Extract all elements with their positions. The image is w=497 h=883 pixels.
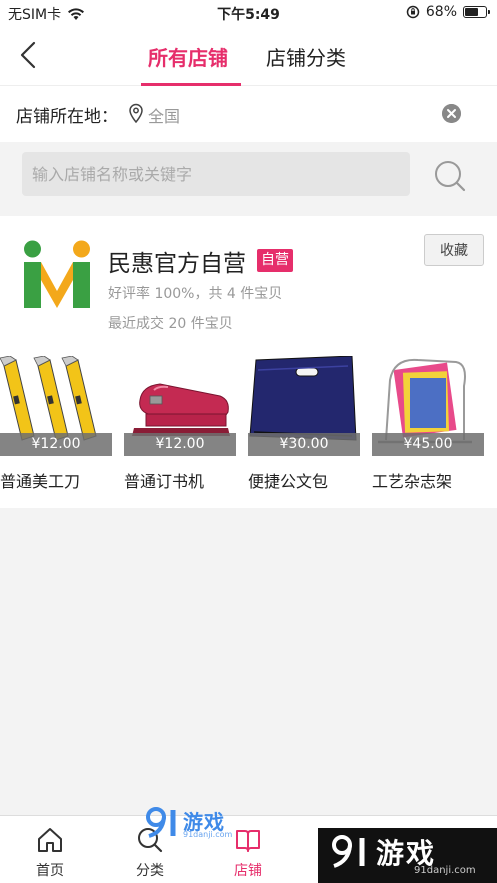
watermark-91-logo [146,807,176,838]
favorite-button[interactable]: 收藏 [424,234,484,266]
store-recent-sales: 最近成交 20 件宝贝 [108,316,233,332]
watermark-91-big-logo [332,835,365,868]
tabbar-category-label: 分类 [136,863,164,879]
watermark-big-sub: 91danji.com [414,865,476,876]
home-icon [38,828,62,852]
battery-level [465,8,478,16]
tab-store-categories[interactable]: 店铺分类 [266,42,346,71]
tabbar-home-label: 首页 [36,863,64,879]
product-name: 普通美工刀 [0,472,81,491]
tabbar-store-label: 店铺 [234,863,262,879]
store-rating: 好评率 100%，共 4 件宝贝 [108,286,283,302]
battery-percent: 68% [425,4,457,20]
product-price: ¥12.00 [0,433,112,456]
product-name: 便捷公文包 [248,472,329,491]
store-search-input[interactable] [22,152,410,196]
back-arrow-icon[interactable] [14,40,44,70]
self-operated-badge: 自营 [257,249,293,272]
product-name: 工艺杂志架 [372,472,453,491]
store-name[interactable]: 民惠官方自营 [108,244,246,278]
product-list: ¥12.00 普通美工刀 ¥12.00 普通订书机 ¥30.00 便捷公文包 ¥… [0,356,497,496]
product-price: ¥12.00 [124,433,236,456]
location-value: 全国 [148,107,181,126]
search-row [0,142,497,210]
product-name: 普通订书机 [124,472,205,491]
tabbar-home[interactable]: 首页 [0,816,100,883]
store-card[interactable]: 民惠官方自营 自营 好评率 100%，共 4 件宝贝 最近成交 20 件宝贝 收… [0,216,497,508]
watermark-small: 游戏 91danji.com [145,806,241,842]
product-item[interactable]: ¥12.00 普通美工刀 [0,356,112,496]
nav-bar: 所有店铺 店铺分类 [0,26,497,86]
location-pin-icon [129,103,143,123]
location-filter-row[interactable]: 店铺所在地： 全国 [0,86,497,142]
product-item[interactable]: ¥45.00 工艺杂志架 [372,356,484,496]
clear-location-icon[interactable] [442,104,461,123]
product-item[interactable]: ¥12.00 普通订书机 [124,356,236,496]
search-icon[interactable] [432,158,468,194]
status-right: 68% [406,4,490,20]
battery-icon [463,6,490,18]
store-logo [24,240,90,308]
product-price: ¥30.00 [248,433,360,456]
watermark-big: 游戏 91danji.com [318,828,497,883]
status-bar: 无SIM卡 下午5:49 68% [0,0,497,26]
location-label: 店铺所在地： [16,107,118,127]
product-item[interactable]: ¥30.00 便捷公文包 [248,356,360,496]
tab-all-stores[interactable]: 所有店铺 [148,42,228,71]
watermark-small-sub: 91danji.com [183,830,233,839]
product-price: ¥45.00 [372,433,484,456]
orientation-lock-icon [406,5,420,19]
